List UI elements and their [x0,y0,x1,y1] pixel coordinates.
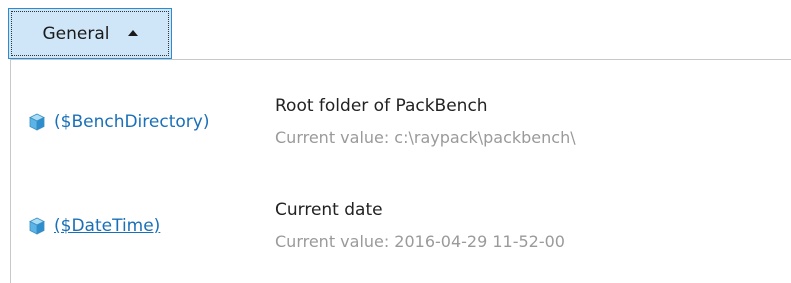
variable-row: ($BenchDirectory) Root folder of PackBen… [28,92,768,162]
current-value-label: Current value: [275,232,390,251]
variable-name: ($BenchDirectory) [54,112,210,132]
variable-current-value: Current value: 2016-04-29 11-52-00 [275,232,565,251]
current-value-text: c:\raypack\packbench\ [394,128,576,147]
variable-link-date-time[interactable]: ($DateTime) [28,216,160,236]
variable-description: Root folder of PackBench [275,96,488,116]
current-value-text: 2016-04-29 11-52-00 [394,232,565,251]
variable-name: ($DateTime) [54,216,161,236]
group-left-border [10,59,11,283]
group-divider [10,59,791,60]
variable-description: Current date [275,200,383,220]
caret-up-icon [127,29,138,36]
cube-icon [29,113,45,131]
variable-current-value: Current value: c:\raypack\packbench\ [275,128,576,147]
variables-panel: General ($BenchDirectory) Root folder of… [0,0,791,283]
current-value-label: Current value: [275,128,390,147]
group-title: General [42,23,110,44]
variable-link-bench-directory[interactable]: ($BenchDirectory) [28,112,209,132]
group-header-general[interactable]: General [8,8,172,59]
variable-row: ($DateTime) Current date Current value: 2… [28,196,768,266]
cube-icon [29,217,45,235]
